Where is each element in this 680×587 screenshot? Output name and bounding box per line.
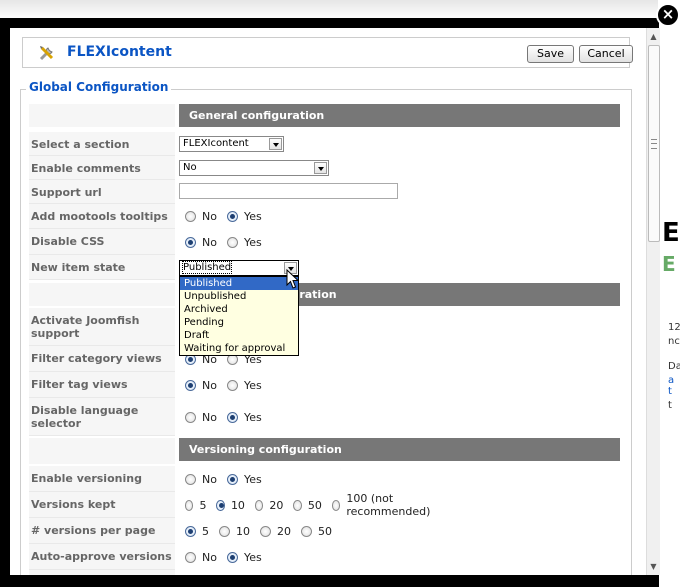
field-label: Activate Joomfish support xyxy=(29,308,175,346)
field-label: Disable CSS xyxy=(29,229,175,255)
field-label: Enable comments xyxy=(29,156,175,180)
radio-20[interactable] xyxy=(260,525,271,537)
dropdown-option[interactable]: Published xyxy=(180,277,298,290)
mouse-cursor-icon xyxy=(286,269,300,289)
field-label: Filter tag views xyxy=(29,372,175,398)
row-partial xyxy=(29,570,620,575)
radio-yes[interactable] xyxy=(226,473,238,485)
radio-50[interactable] xyxy=(293,499,302,511)
dropdown-option[interactable]: Pending xyxy=(180,316,298,329)
background-fragment: Das xyxy=(668,361,680,372)
radio-20[interactable] xyxy=(254,499,264,511)
radio-no[interactable] xyxy=(185,379,196,391)
radio-10[interactable] xyxy=(216,499,225,511)
background-page-right xyxy=(658,0,680,587)
row-enable-versioning: Enable versioning No Yes xyxy=(29,466,620,492)
radio-yes[interactable] xyxy=(226,379,238,391)
chevron-down-icon xyxy=(314,162,327,174)
new-item-state-dropdown: Published Unpublished Archived Pending D… xyxy=(179,276,299,356)
radio-50[interactable] xyxy=(301,525,312,537)
field-label: Disable language selector xyxy=(29,398,175,436)
radio-no[interactable] xyxy=(185,236,196,248)
section-select[interactable]: FLEXIcontent xyxy=(179,136,284,152)
radio-yes[interactable] xyxy=(226,236,238,248)
radio-no[interactable] xyxy=(185,411,196,423)
radio-5[interactable] xyxy=(185,499,194,511)
row-select-section: Select a section FLEXIcontent xyxy=(29,132,620,156)
background-fragment: a t xyxy=(668,375,675,397)
support-url-input[interactable] xyxy=(179,183,398,199)
radio-yes[interactable] xyxy=(226,411,238,423)
dropdown-option[interactable]: Unpublished xyxy=(180,290,298,303)
new-item-state-select[interactable]: Published xyxy=(179,260,299,276)
field-label: Support url xyxy=(29,180,175,204)
configuration-modal: FLEXIcontent Save Cancel Global Configur… xyxy=(10,28,646,575)
row-enable-comments: Enable comments No xyxy=(29,156,620,180)
field-label: Filter category views xyxy=(29,346,175,372)
scroll-up-icon[interactable]: ▲ xyxy=(647,30,660,43)
row-filter-category-views: Filter category views No Yes xyxy=(29,346,620,372)
section-general: General configuration xyxy=(179,104,620,127)
row-disable-language-selector: Disable language selector No Yes xyxy=(29,398,620,436)
radio-yes[interactable] xyxy=(226,211,238,222)
row-versions-kept: Versions kept 5 10 20 50 100 (not recomm… xyxy=(29,492,431,518)
background-fragment: nce xyxy=(668,336,680,347)
row-disable-css: Disable CSS No Yes xyxy=(29,229,620,255)
field-label xyxy=(29,570,175,575)
dropdown-option[interactable]: Waiting for approval xyxy=(180,342,298,355)
background-page-top xyxy=(0,0,680,20)
dropdown-option[interactable]: Draft xyxy=(180,329,298,342)
scrollbar-thumb[interactable] xyxy=(648,45,660,242)
section-spacer xyxy=(29,104,175,127)
modal-header: FLEXIcontent Save Cancel xyxy=(22,37,633,68)
save-button[interactable]: Save xyxy=(527,45,574,63)
row-auto-approve: Auto-approve versions No Yes xyxy=(29,544,620,570)
grip-icon xyxy=(651,139,657,149)
section-spacer xyxy=(29,438,175,464)
fieldset-legend: Global Configuration xyxy=(26,80,172,94)
section-spacer xyxy=(29,283,175,306)
field-label: Auto-approve versions xyxy=(29,544,175,570)
field-label: # versions per page xyxy=(29,518,175,544)
field-label: New item state xyxy=(29,255,175,280)
modal-title: FLEXIcontent xyxy=(67,44,172,60)
field-label: Select a section xyxy=(29,132,175,156)
close-modal-button[interactable]: × xyxy=(656,3,680,27)
radio-no[interactable] xyxy=(185,473,196,485)
cancel-button[interactable]: Cancel xyxy=(579,45,633,63)
scroll-down-icon[interactable]: ▼ xyxy=(647,560,660,573)
comments-select[interactable]: No xyxy=(179,160,329,176)
background-fragment: t xyxy=(668,400,672,411)
dropdown-option[interactable]: Archived xyxy=(180,303,298,316)
radio-no[interactable] xyxy=(185,211,196,222)
radio-yes[interactable] xyxy=(226,551,238,563)
background-fragment: E xyxy=(662,218,680,248)
row-support-url: Support url xyxy=(29,180,620,204)
field-label: Versions kept xyxy=(29,492,175,518)
modal-scrollbar[interactable]: ▲ ▼ xyxy=(646,28,660,575)
row-versions-per-page: # versions per page 5 10 20 50 xyxy=(29,518,620,544)
row-activate-joomfish: Activate Joomfish support xyxy=(29,308,620,346)
row-filter-tag-views: Filter tag views No Yes xyxy=(29,372,620,398)
field-label: Enable versioning xyxy=(29,466,175,492)
radio-100[interactable] xyxy=(331,499,341,511)
row-new-item-state: New item state Published xyxy=(29,255,620,280)
field-label: Add mootools tooltips xyxy=(29,204,175,229)
chevron-down-icon xyxy=(269,138,282,150)
background-fragment: 121 xyxy=(668,322,680,333)
tools-icon xyxy=(39,46,54,61)
row-mootools-tooltips: Add mootools tooltips No Yes xyxy=(29,204,620,229)
background-fragment: E xyxy=(662,252,676,276)
section-versioning: Versioning configuration xyxy=(179,438,620,461)
radio-no[interactable] xyxy=(185,551,196,563)
radio-10[interactable] xyxy=(219,525,230,537)
radio-5[interactable] xyxy=(185,525,196,537)
